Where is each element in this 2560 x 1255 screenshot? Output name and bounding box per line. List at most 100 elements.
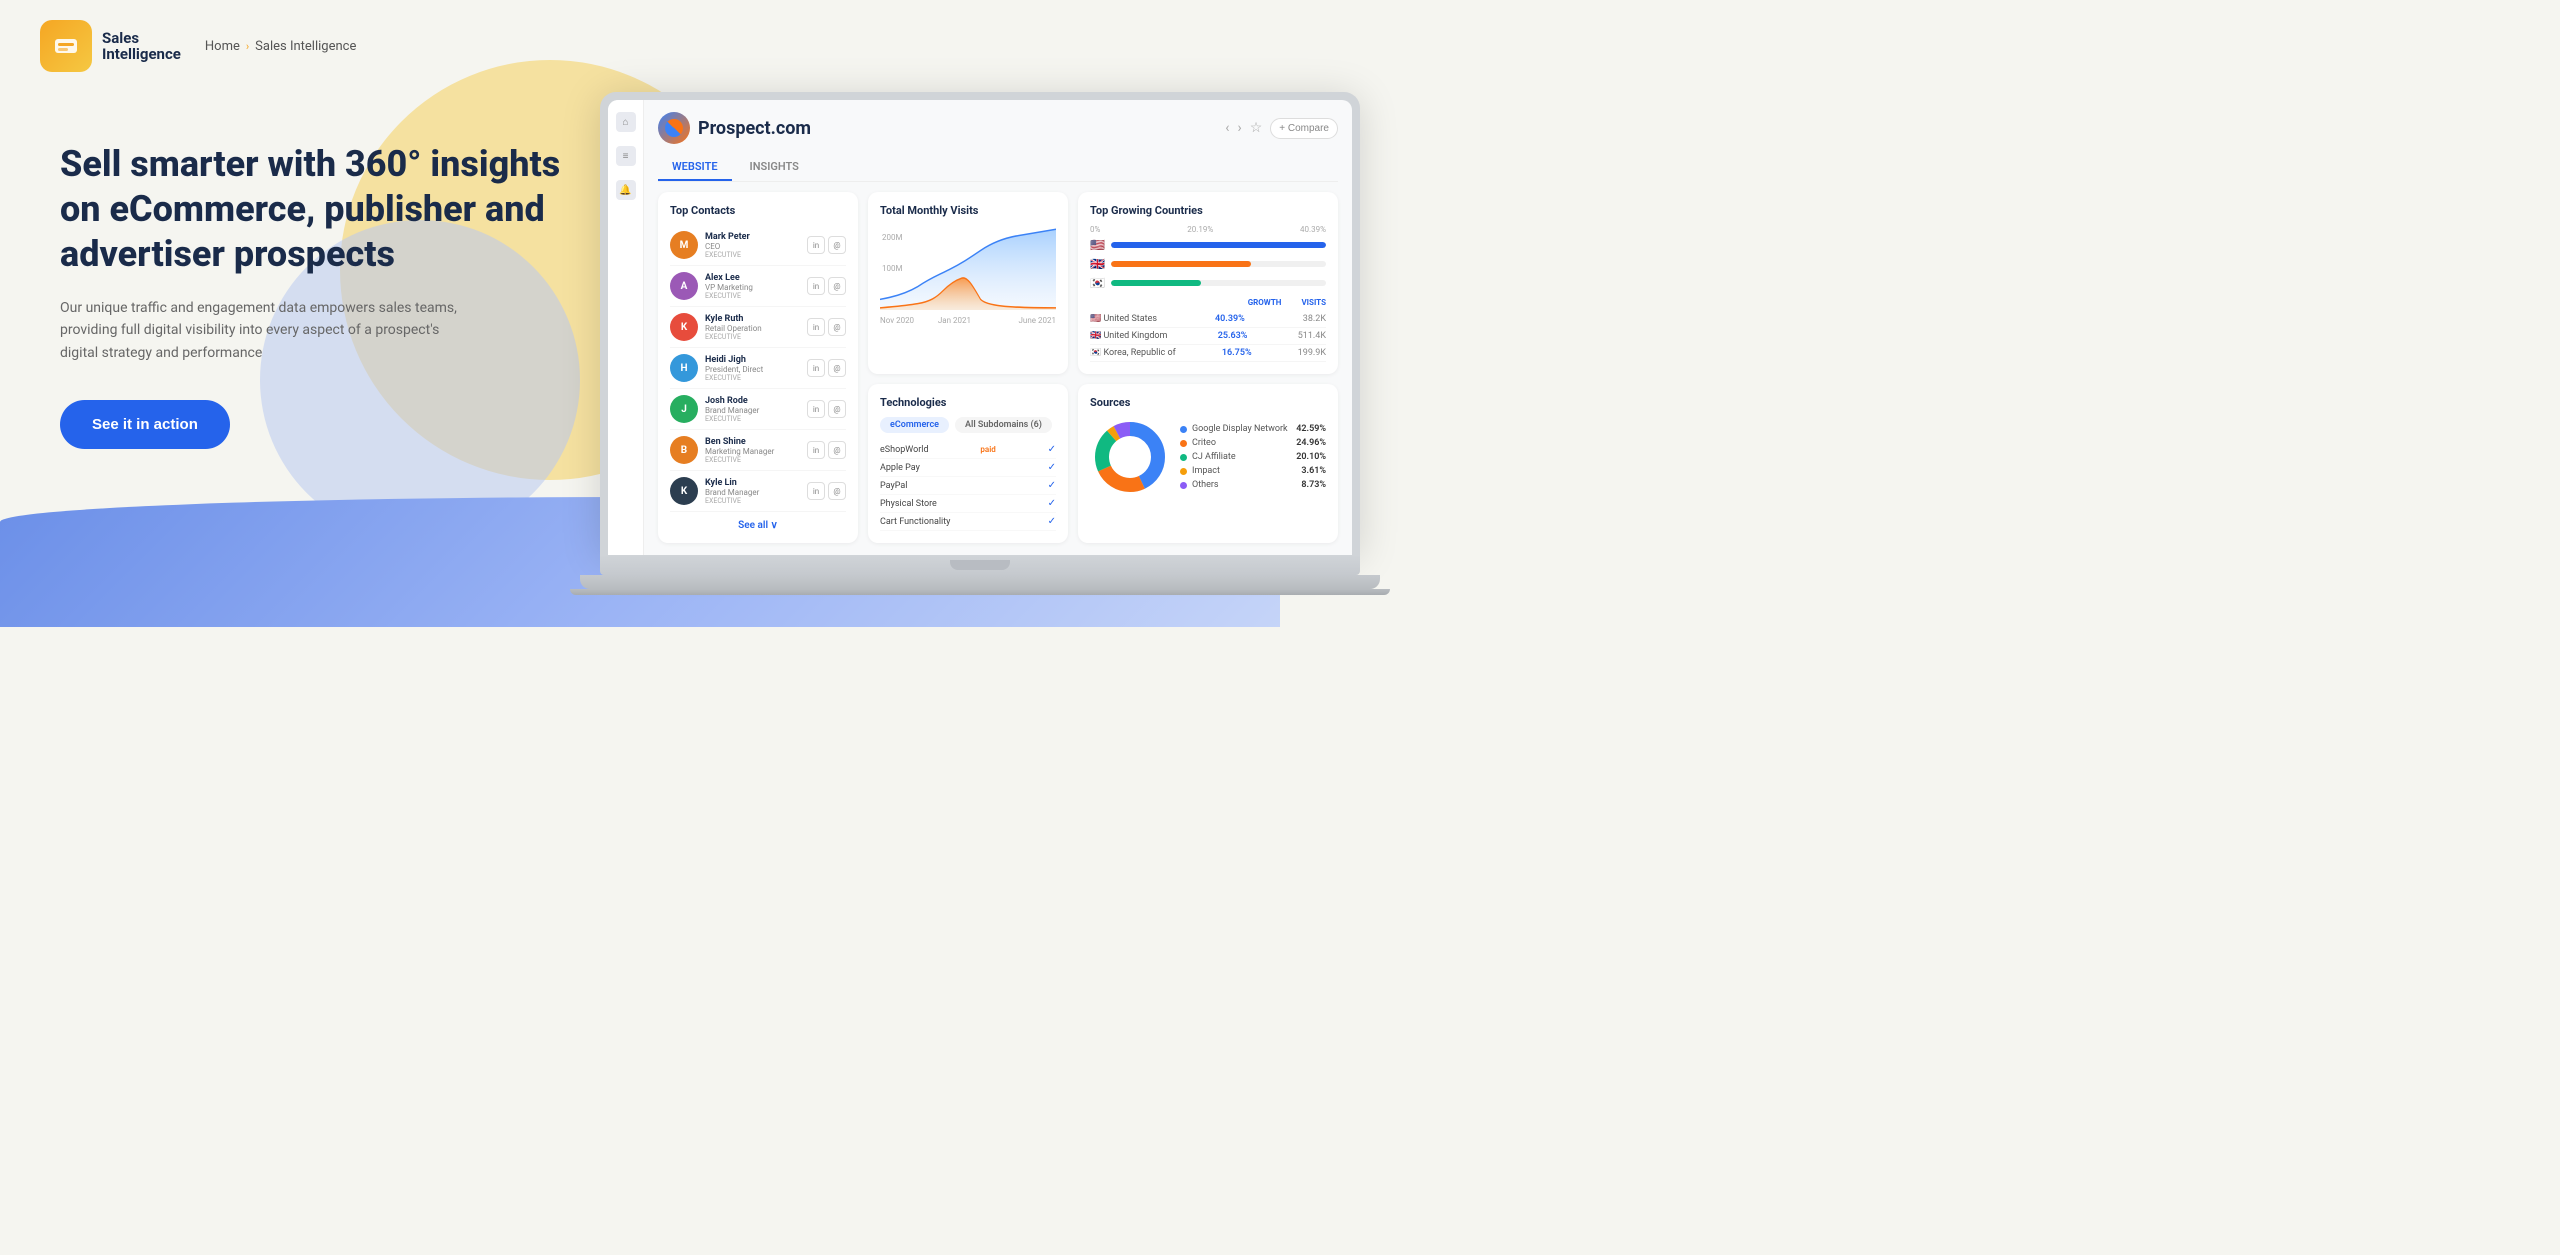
contact-avatar-1: M (670, 231, 698, 259)
chart-svg (880, 225, 1056, 310)
country-bars: 0% 20.19% 40.39% 🇺🇸 (1090, 225, 1326, 290)
contact-josh-rode: J Josh Rode Brand Manager Executive in (670, 389, 846, 430)
tech-name-3: PayPal (880, 481, 907, 491)
contact-avatar-3: K (670, 313, 698, 341)
contact-name-7: Kyle Lin (705, 478, 800, 488)
contact-role-1: Executive (705, 251, 800, 259)
tech-tag-subdomains[interactable]: All Subdomains (6) (955, 417, 1052, 433)
contact-title-3: Retail Operation (705, 324, 800, 333)
sidebar-home-icon[interactable]: ⌂ (616, 112, 636, 132)
y-labels: 200M 100M (882, 233, 902, 273)
contact-link-3[interactable]: in (807, 318, 825, 336)
growth-header: GROWTH (1248, 298, 1282, 307)
tech-check-5: ✓ (1048, 516, 1056, 527)
contact-mail-6[interactable]: @ (828, 441, 846, 459)
chart-label-june: June 2021 (1019, 316, 1056, 325)
contact-info-3: Kyle Ruth Retail Operation Executive (705, 314, 800, 341)
source-name-3: CJ Affiliate (1192, 452, 1236, 462)
contact-mail-5[interactable]: @ (828, 400, 846, 418)
y-label-100m: 100M (882, 264, 902, 273)
contact-avatar-6: B (670, 436, 698, 464)
country-us-name: 🇺🇸 United States (1090, 314, 1157, 324)
contact-link-4[interactable]: in (807, 359, 825, 377)
see-all-button[interactable]: See all ∨ (670, 520, 846, 531)
traffic-chart: 200M 100M (880, 225, 1056, 325)
donut-chart (1090, 417, 1170, 501)
tech-tag-ecommerce[interactable]: eCommerce (880, 417, 949, 433)
technologies-card-title: Technologies (880, 396, 1056, 409)
source-dot-4 (1180, 468, 1187, 475)
contact-name-1: Mark Peter (705, 232, 800, 242)
dashboard-sidebar: ⌂ ≡ 🔔 (608, 100, 644, 555)
laptop-foot (570, 589, 1390, 595)
contact-mail-2[interactable]: @ (828, 277, 846, 295)
logo-container: Sales Intelligence (40, 20, 181, 72)
contact-info-2: Alex Lee VP Marketing Executive (705, 273, 800, 300)
contact-kyle-lin: K Kyle Lin Brand Manager Executive in (670, 471, 846, 512)
source-others: Others 8.73% (1180, 480, 1326, 490)
contact-link-5[interactable]: in (807, 400, 825, 418)
sources-content: Google Display Network 42.59% Criteo 24.… (1090, 417, 1326, 501)
source-criteo: Criteo 24.96% (1180, 438, 1326, 448)
contact-ben-shine: B Ben Shine Marketing Manager Executive … (670, 430, 846, 471)
tech-paypal: PayPal ✓ (880, 477, 1056, 495)
contact-role-6: Executive (705, 456, 800, 464)
contact-role-7: Executive (705, 497, 800, 505)
tech-name-2: Apple Pay (880, 463, 920, 473)
dashboard-grid: Total Monthly Visits 200M 100M (658, 192, 1338, 543)
dashboard: ⌂ ≡ 🔔 P (608, 100, 1352, 555)
contacts-card: Top Contacts M Mark Peter CEO Executive (658, 192, 858, 543)
source-pct-4: 3.61% (1301, 466, 1326, 476)
compare-button[interactable]: + Compare (1270, 118, 1338, 139)
country-kr-growth: 16.75% (1222, 348, 1252, 358)
sidebar-menu-icon[interactable]: ≡ (616, 146, 636, 166)
contact-info-6: Ben Shine Marketing Manager Executive (705, 437, 800, 464)
contact-role-5: Executive (705, 415, 800, 423)
back-icon[interactable]: ‹ (1225, 120, 1229, 136)
contact-name-6: Ben Shine (705, 437, 800, 447)
contact-mail-1[interactable]: @ (828, 236, 846, 254)
tab-insights[interactable]: INSIGHTS (736, 154, 813, 181)
tech-cart: Cart Functionality ✓ (880, 513, 1056, 531)
contact-link-6[interactable]: in (807, 441, 825, 459)
company-header: Prospect.com ‹ › ☆ + Compare (658, 112, 1338, 144)
contact-link-2[interactable]: in (807, 277, 825, 295)
company-actions: ‹ › ☆ + Compare (1225, 118, 1338, 139)
sidebar-bell-icon[interactable]: 🔔 (616, 180, 636, 200)
contact-title-6: Marketing Manager (705, 447, 800, 456)
dashboard-main: Prospect.com ‹ › ☆ + Compare (644, 100, 1352, 555)
hero-title: Sell smarter with 360° insights on eComm… (60, 142, 580, 277)
contact-mail-4[interactable]: @ (828, 359, 846, 377)
country-us-growth: 40.39% (1215, 314, 1245, 324)
country-stat-us: 🇺🇸 United States 40.39% 38.2K (1090, 311, 1326, 328)
contact-name-5: Josh Rode (705, 396, 800, 406)
cta-button[interactable]: See it in action (60, 400, 230, 449)
forward-icon[interactable]: › (1237, 120, 1241, 136)
source-dot-1 (1180, 426, 1187, 433)
sources-card: Sources (1078, 384, 1338, 543)
breadcrumb: Home › Sales Intelligence (205, 39, 357, 54)
tech-check-4: ✓ (1048, 498, 1056, 509)
contact-role-3: Executive (705, 333, 800, 341)
tech-list: eShopWorld paid ✓ Apple Pay ✓ (880, 441, 1056, 531)
source-name-5: Others (1192, 480, 1219, 490)
contact-title-4: President, Direct (705, 365, 800, 374)
star-icon[interactable]: ☆ (1250, 120, 1263, 136)
countries-card: Top Growing Countries 0% 20.19% 40.39% (1078, 192, 1338, 374)
company-logo-icon (658, 112, 690, 144)
y-label-200m: 200M (882, 233, 902, 242)
contact-mail-3[interactable]: @ (828, 318, 846, 336)
source-google: Google Display Network 42.59% (1180, 424, 1326, 434)
source-dot-5 (1180, 482, 1187, 489)
contact-avatar-7: K (670, 477, 698, 505)
contact-link-1[interactable]: in (807, 236, 825, 254)
breadcrumb-home[interactable]: Home (205, 39, 240, 54)
laptop-mockup: ⌂ ≡ 🔔 P (600, 92, 1360, 595)
country-bar-kr: 🇰🇷 (1090, 276, 1326, 290)
contact-mail-7[interactable]: @ (828, 482, 846, 500)
stats-header: GROWTH VISITS (1090, 298, 1326, 307)
contact-link-7[interactable]: in (807, 482, 825, 500)
tab-website[interactable]: WEBSITE (658, 154, 732, 181)
laptop-notch (950, 560, 1010, 570)
laptop-screen-inner: ⌂ ≡ 🔔 P (608, 100, 1352, 555)
